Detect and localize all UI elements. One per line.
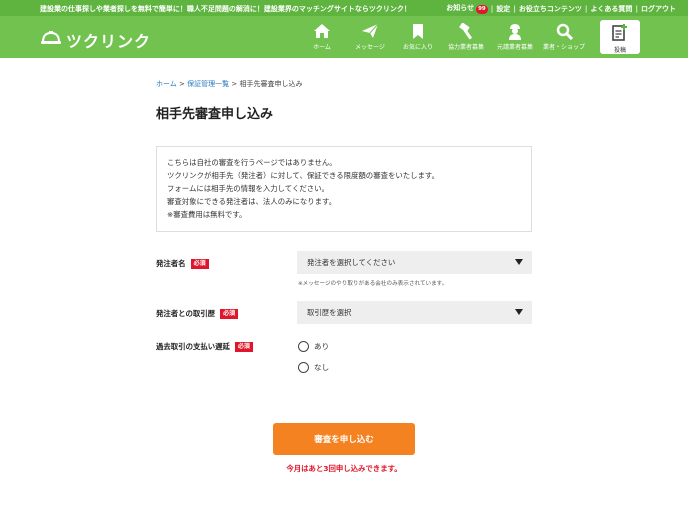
breadcrumb: ホーム > 保証管理一覧 > 相手先審査申し込み <box>156 79 302 89</box>
notifications-label: お知らせ <box>446 4 475 12</box>
trade-history-label-text: 発注者との取引歴 <box>156 309 216 318</box>
bookmark-icon <box>411 22 425 40</box>
nav-favorites-label: お気に入り <box>402 44 433 51</box>
nav-home-label: ホーム <box>313 44 331 51</box>
dropdown-arrow-icon <box>515 309 523 315</box>
required-badge: 必須 <box>220 308 239 319</box>
client-name-select-value: 発注者を選択してください <box>307 258 396 267</box>
nav-partner-recruit-label: 協力業者募集 <box>447 44 484 51</box>
required-badge: 必須 <box>234 341 253 352</box>
helmet-logo-icon <box>40 30 62 50</box>
payment-delay-option-yes-label: あり <box>314 342 330 351</box>
info-line: ツクリンクが相手先（発注者）に対して、保証できる限度額の審査をいたします。 <box>167 171 439 180</box>
remaining-applications-text: 今月はあと3回申し込みできます。 <box>286 464 402 473</box>
payment-delay-option-no[interactable]: なし <box>298 362 329 373</box>
page-title: 相手先審査申し込み <box>156 107 274 122</box>
info-notice-box: こちらは自社の審査を行うページではありません。 ツクリンクが相手先（発注者）に対… <box>156 146 532 232</box>
faq-link[interactable]: よくある質問 <box>590 4 632 14</box>
required-badge: 必須 <box>190 258 209 269</box>
post-button[interactable]: 投稿 <box>600 20 640 54</box>
info-line: ※審査費用は無料です。 <box>167 210 247 219</box>
info-line: 審査対象にできる発注者は、法人のみになります。 <box>167 197 337 206</box>
trade-history-select-value: 取引歴を選択 <box>307 308 352 317</box>
top-bar: 建設業の仕事探しや業者探しを無料で簡単に！職人不足問題の解消に！建設業界のマッチ… <box>0 0 688 16</box>
breadcrumb-separator: > <box>229 80 240 88</box>
nav-prime-recruit[interactable]: 元請業者募集 <box>490 16 540 58</box>
breadcrumb-home[interactable]: ホーム <box>156 80 177 88</box>
search-icon <box>556 22 573 40</box>
site-tagline: 建設業の仕事探しや業者探しを無料で簡単に！職人不足問題の解消に！建設業界のマッチ… <box>40 5 411 13</box>
dropdown-arrow-icon <box>515 259 523 265</box>
nav-partner-recruit[interactable]: 協力業者募集 <box>442 16 490 58</box>
home-icon <box>313 22 331 40</box>
client-name-label-text: 発注者名 <box>156 259 186 268</box>
breadcrumb-current: 相手先審査申し込み <box>239 80 303 88</box>
post-button-label: 投稿 <box>613 47 626 54</box>
nav-home[interactable]: ホーム <box>298 16 346 58</box>
client-name-label: 発注者名 必須 <box>156 258 209 269</box>
breadcrumb-guarantee-list[interactable]: 保証管理一覧 <box>187 80 229 88</box>
trade-history-label: 発注者との取引歴 必須 <box>156 308 239 319</box>
info-line: フォームには相手先の情報を入力してください。 <box>167 184 329 193</box>
info-line: こちらは自社の審査を行うページではありません。 <box>167 158 337 167</box>
nav-message-label: メッセージ <box>355 44 385 51</box>
payment-delay-label: 過去取引の支払い遅延 必須 <box>156 341 253 352</box>
nav-prime-recruit-label: 元請業者募集 <box>496 44 533 51</box>
paper-plane-icon <box>361 22 379 40</box>
radio-button[interactable] <box>298 341 309 352</box>
radio-button[interactable] <box>298 362 309 373</box>
client-name-note: ※メッセージのやり取りがある会社のみ表示されています。 <box>298 281 448 287</box>
site-logo[interactable]: ツクリンク <box>40 28 151 52</box>
main-nav: ホーム メッセージ お気に入り 協力業者募集 元請業者募集 業者・ショップ <box>298 16 588 58</box>
logo-text: ツクリンク <box>66 32 152 51</box>
notifications-count-badge: 99 <box>476 5 488 14</box>
worker-icon <box>507 22 523 40</box>
edit-note-icon <box>611 23 629 43</box>
nav-favorites[interactable]: お気に入り <box>394 16 442 58</box>
payment-delay-option-yes[interactable]: あり <box>298 341 329 352</box>
site-header: ツクリンク ホーム メッセージ お気に入り 協力業者募集 元請業者募集 業者・シ… <box>0 16 688 58</box>
breadcrumb-separator: > <box>176 80 188 88</box>
logout-link[interactable]: ログアウト <box>641 4 676 14</box>
submit-application-button[interactable]: 審査を申し込む <box>273 423 415 455</box>
trade-history-select[interactable]: 取引歴を選択 <box>297 301 532 324</box>
payment-delay-label-text: 過去取引の支払い遅延 <box>156 342 230 351</box>
nav-message[interactable]: メッセージ <box>346 16 394 58</box>
client-name-select[interactable]: 発注者を選択してください <box>297 251 532 274</box>
nav-shop[interactable]: 業者・ショップ <box>540 16 588 58</box>
settings-link[interactable]: 設定 <box>496 4 510 14</box>
top-links: お知らせ 99 | 設定 | お役立ちコンテンツ | よくある質問 | ログアウト <box>446 3 676 14</box>
payment-delay-option-no-label: なし <box>314 363 330 372</box>
useful-content-link[interactable]: お役立ちコンテンツ <box>519 4 582 14</box>
hammer-icon <box>457 22 475 40</box>
notifications-link[interactable]: お知らせ 99 <box>446 3 488 14</box>
nav-shop-label: 業者・ショップ <box>542 44 585 51</box>
